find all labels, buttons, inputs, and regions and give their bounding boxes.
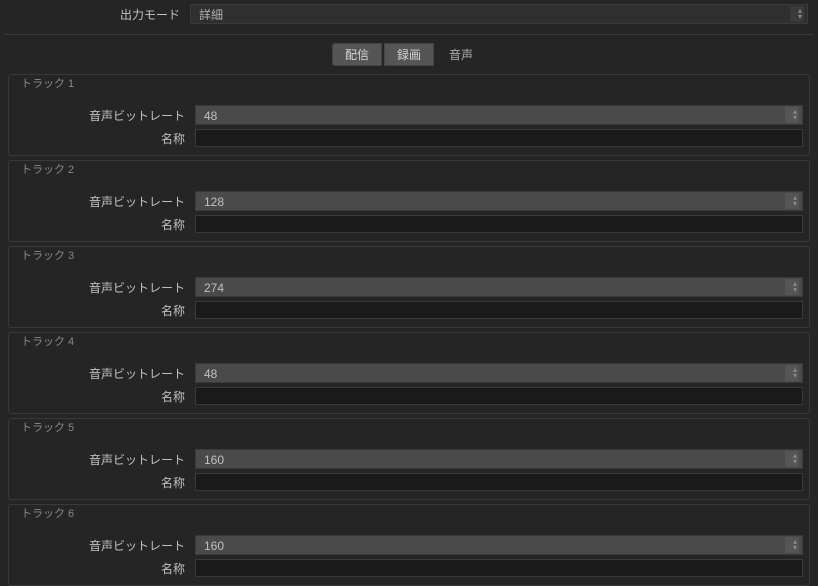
bitrate-select-wrapper: 128▴▾ — [195, 191, 803, 211]
output-mode-row: 出力モード 詳細 ▴▾ — [0, 0, 818, 34]
track-name-row: 名称 — [9, 471, 809, 493]
output-mode-select[interactable]: 詳細 — [190, 4, 808, 24]
bitrate-select[interactable]: 128 — [195, 191, 803, 211]
name-input[interactable] — [195, 129, 803, 147]
bitrate-label: 音声ビットレート — [15, 537, 195, 554]
output-mode-select-wrapper: 詳細 ▴▾ — [190, 4, 808, 24]
name-input[interactable] — [195, 215, 803, 233]
output-mode-label: 出力モード — [10, 6, 190, 23]
track-title: トラック 4 — [9, 331, 809, 359]
name-input[interactable] — [195, 301, 803, 319]
name-input-wrapper — [195, 129, 803, 147]
track-group-3: トラック 3音声ビットレート274▴▾名称 — [8, 246, 810, 328]
bitrate-select-wrapper: 274▴▾ — [195, 277, 803, 297]
track-bitrate-row: 音声ビットレート128▴▾ — [9, 189, 809, 213]
bitrate-label: 音声ビットレート — [15, 451, 195, 468]
tab-row: 配信 録画 音声 — [0, 35, 818, 74]
tab-recording[interactable]: 録画 — [384, 43, 434, 66]
track-name-row: 名称 — [9, 299, 809, 321]
track-bitrate-row: 音声ビットレート160▴▾ — [9, 533, 809, 557]
track-title: トラック 5 — [9, 417, 809, 445]
track-name-row: 名称 — [9, 213, 809, 235]
bitrate-select-wrapper: 160▴▾ — [195, 449, 803, 469]
track-name-row: 名称 — [9, 557, 809, 579]
bitrate-select[interactable]: 160 — [195, 535, 803, 555]
name-label: 名称 — [15, 302, 195, 319]
bitrate-label: 音声ビットレート — [15, 193, 195, 210]
bitrate-select[interactable]: 48 — [195, 105, 803, 125]
bitrate-select-wrapper: 48▴▾ — [195, 105, 803, 125]
name-input[interactable] — [195, 559, 803, 577]
tab-audio[interactable]: 音声 — [436, 43, 486, 66]
bitrate-label: 音声ビットレート — [15, 279, 195, 296]
bitrate-select[interactable]: 274 — [195, 277, 803, 297]
bitrate-label: 音声ビットレート — [15, 107, 195, 124]
track-group-5: トラック 5音声ビットレート160▴▾名称 — [8, 418, 810, 500]
name-label: 名称 — [15, 216, 195, 233]
track-title: トラック 6 — [9, 503, 809, 531]
tab-streaming[interactable]: 配信 — [332, 43, 382, 66]
name-label: 名称 — [15, 474, 195, 491]
track-group-6: トラック 6音声ビットレート160▴▾名称 — [8, 504, 810, 586]
track-title: トラック 3 — [9, 245, 809, 273]
name-label: 名称 — [15, 388, 195, 405]
bitrate-label: 音声ビットレート — [15, 365, 195, 382]
bitrate-select[interactable]: 48 — [195, 363, 803, 383]
bitrate-select[interactable]: 160 — [195, 449, 803, 469]
track-group-1: トラック 1音声ビットレート48▴▾名称 — [8, 74, 810, 156]
name-input-wrapper — [195, 473, 803, 491]
track-name-row: 名称 — [9, 385, 809, 407]
name-input-wrapper — [195, 387, 803, 405]
track-group-4: トラック 4音声ビットレート48▴▾名称 — [8, 332, 810, 414]
track-title: トラック 2 — [9, 159, 809, 187]
name-input[interactable] — [195, 387, 803, 405]
name-input[interactable] — [195, 473, 803, 491]
tracks-container: トラック 1音声ビットレート48▴▾名称トラック 2音声ビットレート128▴▾名… — [0, 74, 818, 586]
name-input-wrapper — [195, 215, 803, 233]
name-label: 名称 — [15, 130, 195, 147]
name-label: 名称 — [15, 560, 195, 577]
track-name-row: 名称 — [9, 127, 809, 149]
track-bitrate-row: 音声ビットレート160▴▾ — [9, 447, 809, 471]
name-input-wrapper — [195, 559, 803, 577]
name-input-wrapper — [195, 301, 803, 319]
track-bitrate-row: 音声ビットレート48▴▾ — [9, 103, 809, 127]
bitrate-select-wrapper: 48▴▾ — [195, 363, 803, 383]
track-bitrate-row: 音声ビットレート274▴▾ — [9, 275, 809, 299]
track-bitrate-row: 音声ビットレート48▴▾ — [9, 361, 809, 385]
bitrate-select-wrapper: 160▴▾ — [195, 535, 803, 555]
track-group-2: トラック 2音声ビットレート128▴▾名称 — [8, 160, 810, 242]
track-title: トラック 1 — [9, 73, 809, 101]
